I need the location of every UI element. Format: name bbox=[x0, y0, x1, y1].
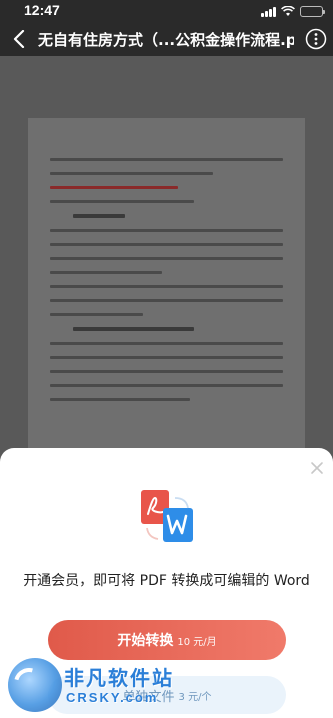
text-line bbox=[50, 172, 214, 175]
pdf-to-word-icon bbox=[141, 490, 193, 542]
back-icon bbox=[13, 30, 25, 48]
document-title: 无自有住房方式（...公积金操作流程.pdf bbox=[38, 31, 294, 49]
text-line bbox=[50, 398, 190, 401]
text-line bbox=[50, 186, 179, 189]
text-line bbox=[50, 271, 162, 274]
text-line bbox=[50, 158, 283, 161]
nav-bar: 无自有住房方式（...公积金操作流程.pdf bbox=[0, 22, 333, 56]
convert-label: 开始转换 bbox=[117, 633, 174, 649]
wifi-icon bbox=[281, 5, 295, 16]
word-icon bbox=[163, 508, 193, 542]
sheet-title: 开通会员，即可将 PDF 转换成可编辑的 Word bbox=[23, 573, 310, 589]
more-button[interactable] bbox=[303, 26, 329, 52]
text-line bbox=[50, 342, 283, 345]
close-icon[interactable] bbox=[309, 460, 325, 476]
text-line bbox=[50, 285, 283, 288]
text-line bbox=[73, 327, 195, 331]
text-line bbox=[50, 370, 283, 373]
watermark-logo-icon bbox=[8, 658, 62, 712]
text-line bbox=[50, 257, 283, 260]
start-convert-button[interactable]: 开始转换 10 元/月 bbox=[48, 620, 286, 660]
convert-price: 10 元/月 bbox=[177, 636, 217, 648]
text-line bbox=[73, 214, 125, 218]
status-time: 12:47 bbox=[24, 2, 60, 18]
text-line bbox=[50, 356, 283, 359]
watermark: 非凡软件站 CRSKY.com bbox=[0, 656, 333, 718]
text-line bbox=[50, 243, 283, 246]
text-line bbox=[50, 313, 144, 316]
text-line bbox=[50, 384, 283, 387]
battery-icon bbox=[300, 5, 325, 17]
back-button[interactable] bbox=[6, 26, 32, 52]
signal-icon bbox=[261, 6, 276, 17]
watermark-subtitle: CRSKY.com bbox=[66, 690, 159, 705]
status-bar: 12:47 bbox=[0, 0, 333, 22]
text-line bbox=[50, 229, 283, 232]
arrow-curve bbox=[146, 527, 159, 540]
watermark-title: 非凡软件站 bbox=[64, 666, 174, 690]
arrow-curve bbox=[174, 497, 189, 509]
more-icon bbox=[305, 28, 327, 50]
text-line bbox=[50, 299, 283, 302]
text-line bbox=[50, 200, 195, 203]
status-icons bbox=[261, 5, 325, 17]
